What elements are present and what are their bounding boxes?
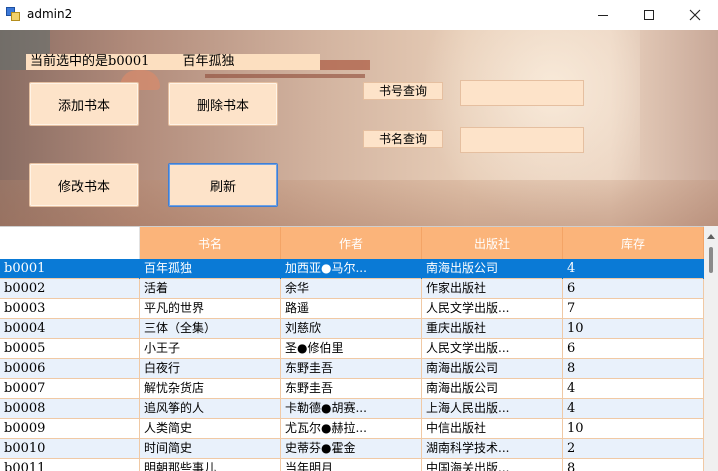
cell-name[interactable]: 追风筝的人 <box>140 399 281 419</box>
cell-id[interactable]: b0009 <box>0 419 140 439</box>
window-title: admin2 <box>27 7 73 21</box>
add-book-button[interactable]: 添加书本 <box>29 82 139 126</box>
table-row[interactable]: b0004 三体（全集） 刘慈欣 重庆出版社 10 <box>0 319 704 339</box>
cell-id[interactable]: b0005 <box>0 339 140 359</box>
selected-name: 百年孤独 <box>182 54 235 69</box>
cell-author[interactable]: 卡勒德●胡赛... <box>281 399 422 419</box>
cell-author[interactable]: 东野圭吾 <box>281 379 422 399</box>
table-row[interactable]: b0008 追风筝的人 卡勒德●胡赛... 上海人民出版... 4 <box>0 399 704 419</box>
table-row[interactable]: b0005 小王子 圣●修伯里 人民文学出版... 6 <box>0 339 704 359</box>
cell-id[interactable]: b0008 <box>0 399 140 419</box>
cell-author[interactable]: 圣●修伯里 <box>281 339 422 359</box>
table-row[interactable]: b0006 白夜行 东野圭吾 南海出版公司 8 <box>0 359 704 379</box>
table-row[interactable]: b0010 时间简史 史蒂芬●霍金 湖南科学技术... 2 <box>0 439 704 459</box>
table-row[interactable]: b0003 平凡的世界 路遥 人民文学出版... 7 <box>0 299 704 319</box>
grid-header: 书名 作者 出版社 库存 <box>0 227 704 259</box>
table-row[interactable]: b0007 解忧杂货店 东野圭吾 南海出版公司 4 <box>0 379 704 399</box>
column-header-stock[interactable]: 库存 <box>563 227 704 259</box>
cell-stock[interactable]: 8 <box>563 359 704 379</box>
cell-publisher[interactable]: 南海出版公司 <box>422 359 563 379</box>
cell-publisher[interactable]: 重庆出版社 <box>422 319 563 339</box>
cell-name[interactable]: 小王子 <box>140 339 281 359</box>
cell-author[interactable]: 刘慈欣 <box>281 319 422 339</box>
cell-name[interactable]: 百年孤独 <box>140 259 281 279</box>
cell-publisher[interactable]: 人民文学出版... <box>422 299 563 319</box>
grid-header-corner <box>0 227 140 259</box>
cell-name[interactable]: 人类简史 <box>140 419 281 439</box>
cell-author[interactable]: 史蒂芬●霍金 <box>281 439 422 459</box>
cell-author[interactable]: 当年明月 <box>281 459 422 471</box>
cell-publisher[interactable]: 上海人民出版... <box>422 399 563 419</box>
search-by-name-input[interactable] <box>460 127 584 153</box>
cell-stock[interactable]: 4 <box>563 259 704 279</box>
cell-id[interactable]: b0011 <box>0 459 140 471</box>
grid-body: b0001 百年孤独 加西亚●马尔... 南海出版公司 4 b0002 活着 余华 作家出版社 6… <box>0 259 704 471</box>
cell-publisher[interactable]: 南海出版公司 <box>422 379 563 399</box>
cell-publisher[interactable]: 作家出版社 <box>422 279 563 299</box>
table-row[interactable]: b0011 明朝那些事儿 当年明月 中国海关出版... 8 <box>0 459 704 471</box>
cell-publisher[interactable]: 湖南科学技术... <box>422 439 563 459</box>
cell-stock[interactable]: 7 <box>563 299 704 319</box>
column-header-name[interactable]: 书名 <box>140 227 281 259</box>
cell-publisher[interactable]: 中国海关出版... <box>422 459 563 471</box>
cell-author[interactable]: 东野圭吾 <box>281 359 422 379</box>
cell-publisher[interactable]: 中信出版社 <box>422 419 563 439</box>
cell-id[interactable]: b0007 <box>0 379 140 399</box>
title-bar: admin2 <box>0 0 718 30</box>
delete-book-button[interactable]: 删除书本 <box>168 82 278 126</box>
cell-stock[interactable]: 10 <box>563 319 704 339</box>
table-row[interactable]: b0009 人类简史 尤瓦尔●赫拉... 中信出版社 10 <box>0 419 704 439</box>
close-icon <box>689 9 701 21</box>
search-by-id-input[interactable] <box>460 80 584 106</box>
cell-name[interactable]: 时间简史 <box>140 439 281 459</box>
cell-stock[interactable]: 2 <box>563 439 704 459</box>
selected-id: b0001 <box>108 54 150 69</box>
cell-name[interactable]: 平凡的世界 <box>140 299 281 319</box>
cell-stock[interactable]: 4 <box>563 399 704 419</box>
books-grid[interactable]: 书名 作者 出版社 库存 b0001 百年孤独 加西亚●马尔... 南海出版公司 4 b0… <box>0 226 704 471</box>
cell-author[interactable]: 路遥 <box>281 299 422 319</box>
cell-publisher[interactable]: 南海出版公司 <box>422 259 563 279</box>
app-icon <box>6 7 20 21</box>
scroll-up-icon[interactable] <box>707 234 715 239</box>
minimize-button[interactable] <box>580 0 626 30</box>
cell-author[interactable]: 加西亚●马尔... <box>281 259 422 279</box>
scroll-thumb[interactable] <box>709 247 713 273</box>
cell-stock[interactable]: 8 <box>563 459 704 471</box>
maximize-icon <box>644 10 654 20</box>
table-row[interactable]: b0002 活着 余华 作家出版社 6 <box>0 279 704 299</box>
cell-id[interactable]: b0004 <box>0 319 140 339</box>
cell-author[interactable]: 余华 <box>281 279 422 299</box>
search-by-id-label: 书号查询 <box>363 82 443 100</box>
cell-id[interactable]: b0010 <box>0 439 140 459</box>
cell-id[interactable]: b0001 <box>0 259 140 279</box>
cell-publisher[interactable]: 人民文学出版... <box>422 339 563 359</box>
search-by-name-label: 书名查询 <box>363 130 443 148</box>
maximize-button[interactable] <box>626 0 672 30</box>
cell-stock[interactable]: 6 <box>563 339 704 359</box>
refresh-button[interactable]: 刷新 <box>168 163 278 207</box>
cell-name[interactable]: 三体（全集） <box>140 319 281 339</box>
cell-stock[interactable]: 4 <box>563 379 704 399</box>
minimize-icon <box>598 14 608 16</box>
close-button[interactable] <box>672 0 718 30</box>
column-header-author[interactable]: 作者 <box>281 227 422 259</box>
cell-name[interactable]: 白夜行 <box>140 359 281 379</box>
cell-id[interactable]: b0006 <box>0 359 140 379</box>
cell-author[interactable]: 尤瓦尔●赫拉... <box>281 419 422 439</box>
cell-name[interactable]: 活着 <box>140 279 281 299</box>
cell-name[interactable]: 明朝那些事儿 <box>140 459 281 471</box>
selected-book-label: 当前选中的是b0001 百年孤独 <box>26 54 320 70</box>
edit-book-button[interactable]: 修改书本 <box>29 163 139 207</box>
column-header-publisher[interactable]: 出版社 <box>422 227 563 259</box>
cell-stock[interactable]: 6 <box>563 279 704 299</box>
cell-name[interactable]: 解忧杂货店 <box>140 379 281 399</box>
cell-id[interactable]: b0002 <box>0 279 140 299</box>
selected-prefix: 当前选中的是 <box>30 54 109 69</box>
cell-id[interactable]: b0003 <box>0 299 140 319</box>
table-row[interactable]: b0001 百年孤独 加西亚●马尔... 南海出版公司 4 <box>0 259 704 279</box>
vertical-scrollbar[interactable] <box>704 226 718 471</box>
cell-stock[interactable]: 10 <box>563 419 704 439</box>
